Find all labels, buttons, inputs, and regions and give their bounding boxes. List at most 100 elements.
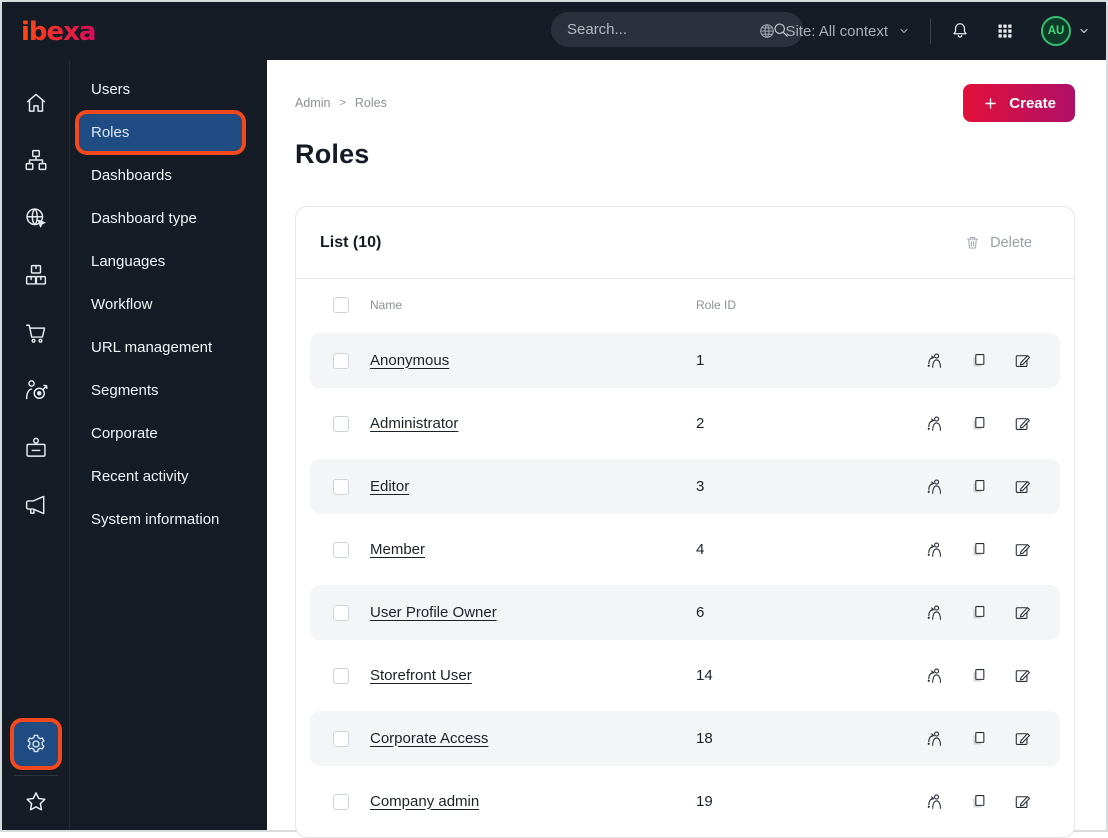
sidebar-item-recent-activity[interactable]: Recent activity (70, 455, 267, 498)
copy-icon[interactable] (969, 351, 988, 370)
row-checkbox[interactable] (333, 667, 349, 684)
column-header-name: Name (370, 298, 403, 312)
role-name-link[interactable]: User Profile Owner (370, 604, 497, 621)
marketing-megaphone-icon (23, 492, 49, 518)
table-header-row: Name Role ID (310, 287, 1060, 323)
sidebar-item-workflow[interactable]: Workflow (70, 283, 267, 326)
notifications-button[interactable] (949, 18, 975, 44)
role-name-cell: Storefront User (370, 667, 696, 685)
globe-icon (757, 21, 777, 41)
table-row: Anonymous 1 (310, 333, 1060, 388)
create-button[interactable]: Create (963, 84, 1075, 122)
row-checkbox[interactable] (333, 541, 349, 558)
copy-icon[interactable] (969, 729, 988, 748)
user-avatar[interactable]: AU (1041, 16, 1071, 46)
breadcrumb-item-roles[interactable]: Roles (355, 96, 387, 110)
assign-user-icon[interactable] (925, 729, 944, 748)
site-context-selector[interactable]: Site: All context (757, 21, 912, 41)
edit-icon[interactable] (1013, 792, 1032, 811)
role-name-link[interactable]: Storefront User (370, 667, 472, 684)
role-id-cell: 3 (696, 478, 705, 495)
rail-bottom-divider (13, 775, 58, 776)
sidebar-item-languages[interactable]: Languages (70, 240, 267, 283)
rail-item-marketing[interactable] (2, 477, 70, 535)
row-actions (925, 351, 1032, 370)
sidebar-item-url-management[interactable]: URL management (70, 326, 267, 369)
rail-item-commerce[interactable] (2, 304, 70, 362)
assign-user-icon[interactable] (925, 414, 944, 433)
topbar-divider (930, 18, 931, 44)
rail-item-favorites[interactable] (13, 782, 59, 822)
chevron-down-icon[interactable] (1076, 23, 1092, 39)
copy-icon[interactable] (969, 792, 988, 811)
sidebar-item-dashboards[interactable]: Dashboards (70, 154, 267, 197)
assign-user-icon[interactable] (925, 540, 944, 559)
assign-user-icon[interactable] (925, 351, 944, 370)
role-name-link[interactable]: Company admin (370, 793, 479, 810)
row-actions (925, 729, 1032, 748)
role-name-cell: Member (370, 541, 696, 559)
copy-icon[interactable] (969, 477, 988, 496)
copy-icon[interactable] (969, 540, 988, 559)
assign-user-icon[interactable] (925, 477, 944, 496)
table-row: Corporate Access 18 (310, 711, 1060, 766)
table-row: Member 4 (310, 522, 1060, 577)
edit-icon[interactable] (1013, 666, 1032, 685)
search-input[interactable] (567, 21, 771, 38)
row-checkbox[interactable] (333, 415, 349, 432)
home-icon (23, 90, 49, 116)
row-checkbox[interactable] (333, 352, 349, 369)
edit-icon[interactable] (1013, 540, 1032, 559)
sidebar-item-corporate[interactable]: Corporate (70, 412, 267, 455)
role-name-link[interactable]: Editor (370, 478, 409, 495)
delete-button[interactable]: Delete (964, 234, 1032, 251)
breadcrumb-item-admin[interactable]: Admin (295, 96, 330, 110)
edit-icon[interactable] (1013, 603, 1032, 622)
rail-item-home[interactable] (2, 74, 70, 132)
row-checkbox[interactable] (333, 793, 349, 810)
sidebar-item-label: System information (91, 511, 220, 528)
rail-item-settings[interactable] (9, 718, 62, 770)
rail-item-products[interactable] (2, 247, 70, 305)
table-body: Anonymous 1 Administrator 2 Editor 3 Member 4 Us… (296, 333, 1074, 837)
plus-icon (982, 95, 999, 112)
sidebar-item-dashboard-type[interactable]: Dashboard type (70, 197, 267, 240)
apps-grid-button[interactable] (995, 18, 1021, 44)
role-name-link[interactable]: Corporate Access (370, 730, 488, 747)
edit-icon[interactable] (1013, 351, 1032, 370)
copy-icon[interactable] (969, 414, 988, 433)
role-name-link[interactable]: Administrator (370, 415, 458, 432)
rail-item-corporate[interactable] (2, 419, 70, 477)
role-name-link[interactable]: Anonymous (370, 352, 449, 369)
select-all-checkbox[interactable] (333, 297, 349, 313)
row-checkbox[interactable] (333, 604, 349, 621)
row-checkbox[interactable] (333, 478, 349, 495)
logo-text: ibexa (21, 17, 95, 47)
role-name-cell: Corporate Access (370, 730, 696, 748)
create-button-label: Create (1009, 94, 1056, 112)
role-name-link[interactable]: Member (370, 541, 425, 558)
ibexa-logo[interactable]: ibexa (20, 14, 112, 48)
copy-icon[interactable] (969, 603, 988, 622)
sidebar-item-label: Dashboards (91, 167, 172, 184)
edit-icon[interactable] (1013, 729, 1032, 748)
rail-item-content-tree[interactable] (2, 132, 70, 190)
corporate-badge-icon (23, 435, 49, 461)
row-checkbox[interactable] (333, 730, 349, 747)
sidebar-item-segments[interactable]: Segments (70, 369, 267, 412)
sidebar-item-users[interactable]: Users (70, 68, 267, 111)
sidebar-item-roles[interactable]: Roles (75, 110, 246, 155)
roles-list-card: List (10) Delete Name Role ID Anonymous 1… (295, 206, 1075, 838)
copy-icon[interactable] (969, 666, 988, 685)
assign-user-icon[interactable] (925, 666, 944, 685)
page-title: Roles (295, 139, 370, 169)
sidebar-item-system-information[interactable]: System information (70, 498, 267, 541)
chevron-down-icon (896, 23, 912, 39)
app-window: ibexa Site: All context AU (2, 2, 1106, 838)
rail-item-site[interactable] (2, 189, 70, 247)
assign-user-icon[interactable] (925, 603, 944, 622)
edit-icon[interactable] (1013, 477, 1032, 496)
edit-icon[interactable] (1013, 414, 1032, 433)
rail-item-personalization[interactable] (2, 362, 70, 420)
assign-user-icon[interactable] (925, 792, 944, 811)
